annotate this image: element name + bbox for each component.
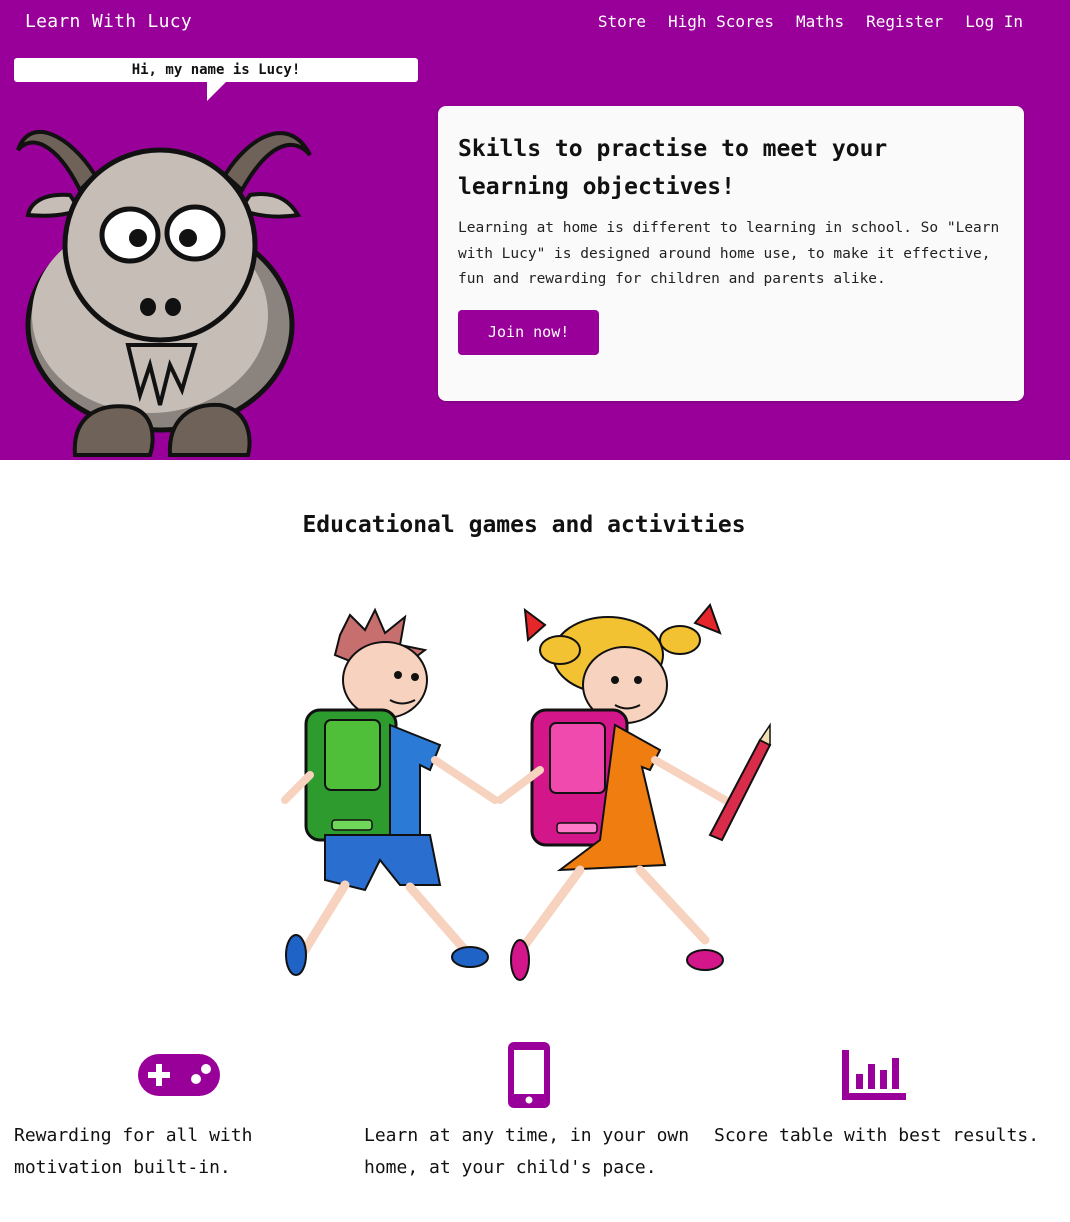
bar-chart-icon: [842, 1050, 906, 1100]
nav-log-in[interactable]: Log In: [965, 12, 1023, 31]
mobile-phone-icon: [508, 1042, 550, 1108]
feature-rewarding: Rewarding for all with motivation built-…: [14, 1040, 344, 1184]
feature-anytime: Learn at any time, in your own home, at …: [364, 1040, 694, 1184]
feature-text: Score table with best results.: [714, 1125, 1040, 1146]
hero-section: Learn With Lucy Store High Scores Maths …: [0, 0, 1070, 460]
nav-maths[interactable]: Maths: [796, 12, 844, 31]
nav-high-scores[interactable]: High Scores: [668, 12, 774, 31]
hero-title: Skills to practise to meet your learning…: [458, 136, 888, 200]
site-logo[interactable]: Learn With Lucy: [25, 11, 192, 32]
join-now-button[interactable]: Join now!: [458, 309, 600, 355]
main-nav: Store High Scores Maths Register Log In: [598, 12, 1023, 31]
section-title: Educational games and activities: [302, 512, 746, 538]
goat-mascot-icon: [16, 130, 312, 457]
hero-description: Learning at home is different to learnin…: [458, 220, 1000, 287]
gamepad-icon: [138, 1054, 220, 1096]
speech-bubble: Hi, my name is Lucy!: [14, 58, 418, 82]
nav-register[interactable]: Register: [866, 12, 943, 31]
hero-card: Skills to practise to meet your learning…: [438, 106, 1024, 401]
feature-text: Learn at any time, in your own home, at …: [364, 1125, 690, 1178]
feature-scores: Score table with best results.: [714, 1040, 1044, 1152]
feature-text: Rewarding for all with motivation built-…: [14, 1125, 253, 1178]
children-walking-icon: [281, 603, 772, 981]
nav-store[interactable]: Store: [598, 12, 646, 31]
